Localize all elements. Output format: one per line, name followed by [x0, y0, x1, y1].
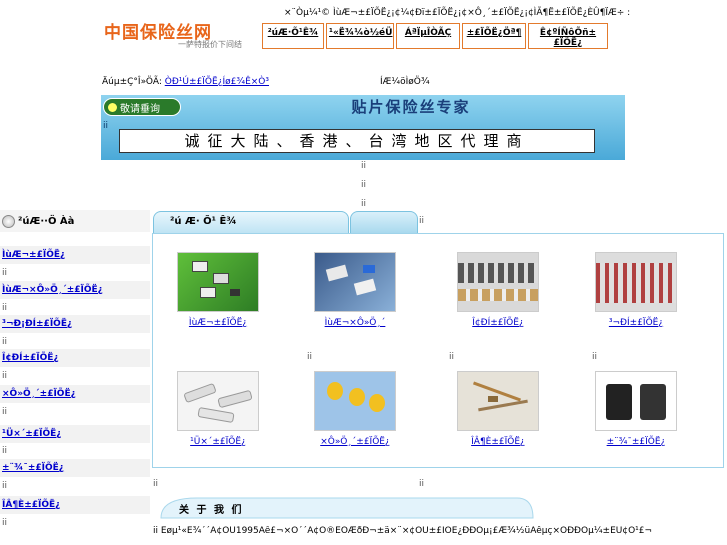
sidebar-gap: ii: [2, 337, 8, 347]
spacer-text: ii: [361, 161, 367, 171]
business-scope-text: ×¨Òµ¼¹© ÌùÆ¬±£ÏÕË¿¡¢¼¢Ðï±£ÏÕË¿¡¢×Ô¸´±£ÏÕ…: [284, 8, 631, 18]
spacer-text: ii: [361, 199, 367, 209]
product-label[interactable]: ¹Ü×´±£ÏÕË¿: [168, 437, 268, 447]
sidebar-item-thermal[interactable]: ÎÂ¶È±£ÏÕË¿: [0, 496, 150, 514]
spacer-text: ii: [449, 352, 455, 362]
sidebar-gap: ii: [2, 481, 8, 491]
sidebar-item-ultra-small[interactable]: ³¬Ð¡ÐÍ±£ÏÕË¿: [0, 315, 150, 333]
spacer-text: ii: [419, 479, 425, 489]
sidebar-header: ²úÆ··Ö Àà: [0, 210, 150, 232]
product-label[interactable]: ×Ô»Ö¸´±£ÏÕË¿: [305, 437, 405, 447]
recruit-strip: 诚征大陆、香港、台湾地区代理商: [119, 129, 595, 153]
spacer-text: ii: [361, 180, 367, 190]
sidebar-gap: ii: [2, 446, 8, 456]
product-label[interactable]: ÌùÆ¬±£ÏÕË¿: [168, 318, 268, 328]
product-image-alarm[interactable]: [595, 371, 677, 431]
banner-mark: ii: [103, 121, 109, 131]
hero-banner: 敬请垂询 贴片保险丝专家 ii 诚征大陆、香港、台湾地区代理商: [101, 95, 625, 160]
about-header: 关 于 我 们: [157, 496, 535, 520]
spacer-text: ii: [592, 352, 598, 362]
product-card[interactable]: Î¢ÐÍ±£ÏÕË¿: [448, 252, 548, 328]
product-card[interactable]: ³¬ÐÍ±£ÏÕË¿: [586, 252, 686, 328]
product-image-ultra-small[interactable]: [595, 252, 677, 312]
product-image-micro[interactable]: [457, 252, 539, 312]
breadcrumb-label: Äúµ±Ç°Î»ÖÃ:: [102, 77, 162, 87]
nav-contact[interactable]: ÁªÏµÎÒÃÇ: [396, 23, 460, 49]
sidebar-gap: ii: [2, 407, 8, 417]
sidebar-item-micro[interactable]: Î¢ÐÍ±£ÏÕË¿: [0, 349, 150, 367]
product-card[interactable]: ÌùÆ¬±£ÏÕË¿: [168, 252, 268, 328]
product-image-smd-fuse[interactable]: [177, 252, 259, 312]
product-label[interactable]: Î¢ÐÍ±£ÏÕË¿: [448, 318, 548, 328]
spacer-text: ii: [153, 479, 159, 489]
site-logo-subtitle: 一萨特报价下间结: [178, 40, 242, 49]
product-card[interactable]: ÌùÆ¬×Ô»Ö¸´: [305, 252, 405, 328]
product-label[interactable]: ÌùÆ¬×Ô»Ö¸´: [305, 318, 405, 328]
bullet-icon: [108, 102, 117, 112]
banner-title: 贴片保险丝专家: [351, 98, 471, 116]
product-card[interactable]: ÎÂ¶È±£ÏÕË¿: [448, 371, 548, 447]
tab-secondary[interactable]: [350, 211, 418, 233]
nav-products[interactable]: ²úÆ·Õ¹Ê¾: [262, 23, 324, 49]
product-label[interactable]: ±¨¾¯±£ÏÕË¿: [586, 437, 686, 447]
product-image-ptc[interactable]: [314, 371, 396, 431]
sidebar-item-ptc[interactable]: ×Ô»Ö¸´±£ÏÕË¿: [0, 385, 150, 403]
product-label[interactable]: ³¬ÐÍ±£ÏÕË¿: [586, 318, 686, 328]
product-card[interactable]: ¹Ü×´±£ÏÕË¿: [168, 371, 268, 447]
sidebar-item-smd-ptc[interactable]: ÌùÆ¬×Ô»Ö¸´±£ÏÕË¿: [0, 281, 150, 299]
top-nav: ²úÆ·Õ¹Ê¾ ¹«Ë¾¼ò½éÜ ÁªÏµÎÒÃÇ ±£ÏÕË¿Öª¶ Ê¢…: [262, 23, 610, 49]
product-image-thermal[interactable]: [457, 371, 539, 431]
sidebar-item-alarm[interactable]: ±¨¾¯±£ÏÕË¿: [0, 459, 150, 477]
spacer-text: ii: [307, 352, 313, 362]
product-image-smd-ptc[interactable]: [314, 252, 396, 312]
inquiry-button[interactable]: 敬请垂询: [103, 98, 181, 116]
breadcrumb-link[interactable]: ÒÐ¹Ú±£ÏÕË¿Íø£¾Ê×Ò³: [165, 77, 269, 87]
product-label[interactable]: ÎÂ¶È±£ÏÕË¿: [448, 437, 548, 447]
radio-icon: [2, 214, 15, 228]
inquiry-button-label: 敬请垂询: [120, 103, 160, 115]
nav-partner[interactable]: Ê¢ºÍÑôÕñ±£ÏÕË¿: [528, 23, 608, 49]
nav-about[interactable]: ¹«Ë¾¼ò½éÜ: [326, 23, 394, 49]
product-panel: ÌùÆ¬±£ÏÕË¿ ÌùÆ¬×Ô»Ö¸´ Î¢ÐÍ±£ÏÕË¿ ³¬ÐÍ±£Ï…: [152, 233, 724, 468]
sidebar-gap: ii: [2, 303, 8, 313]
nav-knowledge[interactable]: ±£ÏÕË¿Öª¶: [462, 23, 526, 49]
tab-spacer: ii: [419, 216, 425, 226]
tab-products[interactable]: ²ú Æ· Õ¹ Ê¾: [153, 211, 349, 233]
sidebar-item-tube[interactable]: ¹Ü×´±£ÏÕË¿: [0, 425, 150, 443]
sidebar-item-smd-fuse[interactable]: ÌùÆ¬±£ÏÕË¿: [0, 246, 150, 264]
product-image-tube[interactable]: [177, 371, 259, 431]
page-title: ÍÆ¼öÌøÖ¾: [380, 77, 430, 87]
breadcrumb: Äúµ±Ç°Î»ÖÃ: ÒÐ¹Ú±£ÏÕË¿Íø£¾Ê×Ò³: [102, 77, 269, 87]
product-card[interactable]: ×Ô»Ö¸´±£ÏÕË¿: [305, 371, 405, 447]
product-card[interactable]: ±¨¾¯±£ÏÕË¿: [586, 371, 686, 447]
about-title: 关 于 我 们: [179, 505, 244, 516]
sidebar-gap: ii: [2, 268, 8, 278]
sidebar-gap: ii: [2, 371, 8, 381]
sidebar-gap: ii: [2, 518, 8, 528]
about-text: ii Ëøµ¹«Ë¾´´Á¢ÓÚ1995Äê£¬×Ô´´Á¢Ò®ÈÕÆðÐ¬±ä…: [153, 526, 653, 536]
sidebar-title: ²úÆ··Ö Àà: [18, 215, 75, 227]
